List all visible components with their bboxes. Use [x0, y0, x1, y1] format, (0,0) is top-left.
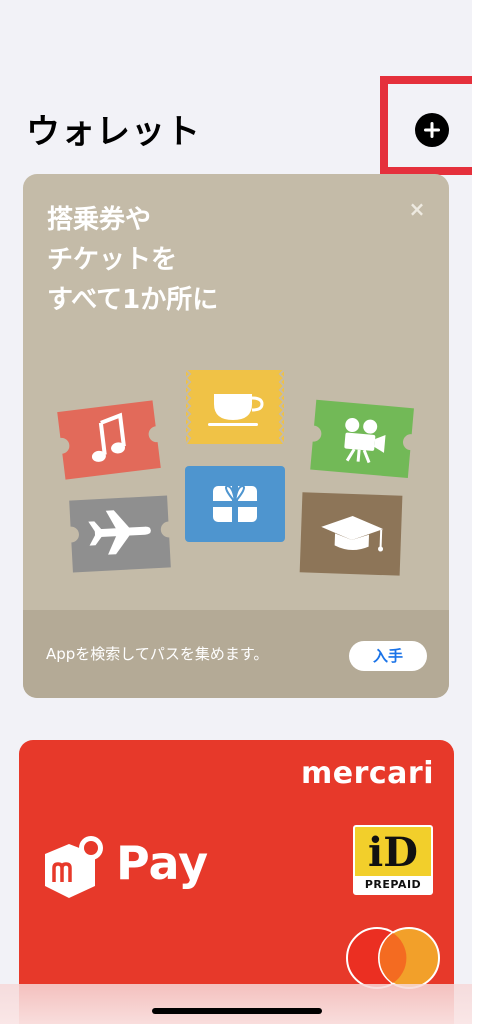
home-bar-area [0, 984, 472, 1024]
page-title: ウォレット [26, 112, 201, 152]
promo-heading-line: チケットを [47, 245, 178, 275]
id-label: iD [368, 829, 418, 876]
airplane-icon [69, 495, 171, 573]
wallet-screen: ウォレット 搭乗券や チケットを すべて1か所に × Appを検索してパスを集め… [0, 0, 472, 1024]
close-button[interactable]: × [406, 198, 428, 220]
mercari-logo-text: mercari [301, 756, 435, 791]
gift-icon [185, 466, 285, 542]
get-app-button[interactable]: 入手 [349, 641, 427, 671]
add-pass-button[interactable] [415, 113, 449, 147]
mastercard-logo-icon [346, 927, 440, 989]
promo-heading: 搭乗券や チケットを すべて1か所に [47, 200, 218, 320]
prepaid-label: PREPAID [355, 876, 431, 893]
promo-heading-line: すべて1か所に [47, 285, 219, 315]
graduation-cap-icon [299, 492, 403, 576]
home-indicator[interactable] [152, 1008, 322, 1014]
movie-camera-icon [310, 399, 414, 479]
id-prepaid-badge: iD PREPAID [353, 825, 433, 895]
mercari-box-icon [45, 836, 103, 898]
plus-icon [424, 122, 440, 138]
mercari-pay-card[interactable]: mercari Pay iD PREPAID [19, 740, 454, 1024]
promo-card: 搭乗券や チケットを すべて1か所に × Appを検索してパスを集めます。 入手 [23, 174, 449, 698]
coffee-cup-icon [184, 369, 286, 445]
music-note-icon [57, 400, 161, 480]
promo-footer-text: Appを検索してパスを集めます。 [46, 645, 269, 663]
pay-label: Pay [116, 836, 209, 890]
promo-heading-line: 搭乗券や [47, 205, 152, 235]
screen-edge [472, 0, 498, 1024]
